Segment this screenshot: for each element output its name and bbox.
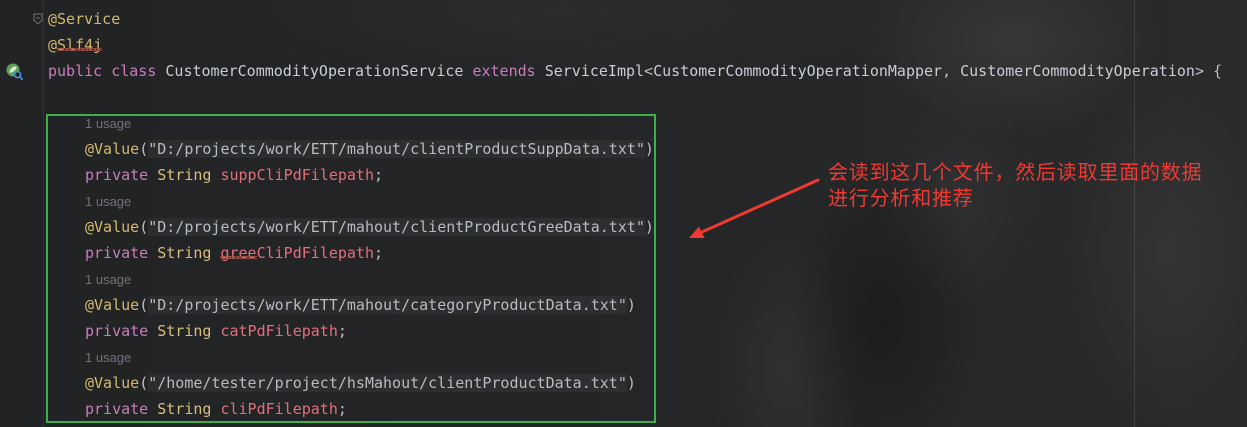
code-line[interactable]: @Service bbox=[48, 6, 1228, 32]
code-line[interactable]: @Slf4j bbox=[48, 32, 1228, 58]
type-arg-entity: CustomerCommodityOperation bbox=[960, 62, 1195, 80]
angle-close: > bbox=[1194, 62, 1204, 80]
super-class-name: ServiceImpl bbox=[544, 62, 645, 80]
gutter-separator bbox=[43, 0, 44, 427]
kw-extends: extends bbox=[472, 62, 536, 80]
kw-class: class bbox=[111, 62, 157, 80]
callout-line-2: 进行分析和推荐 bbox=[828, 188, 974, 210]
fold-marker-icon[interactable] bbox=[33, 13, 43, 25]
annotation-service: @Service bbox=[48, 10, 121, 28]
spring-bean-icon[interactable] bbox=[5, 62, 23, 80]
callout-note: 会读到这几个文件，然后读取里面的数据 进行分析和推荐 bbox=[828, 160, 1202, 212]
open-brace: { bbox=[1213, 62, 1223, 80]
angle-open: < bbox=[644, 62, 654, 80]
code-line[interactable]: public class CustomerCommodityOperationS… bbox=[48, 58, 1228, 84]
comma: , bbox=[942, 62, 952, 80]
annotation-slf4j: @Slf4j bbox=[48, 36, 103, 54]
highlight-box bbox=[46, 114, 656, 423]
type-arg-mapper: CustomerCommodityOperationMapper bbox=[653, 62, 943, 80]
kw-public: public bbox=[48, 62, 103, 80]
class-name: CustomerCommodityOperationService bbox=[165, 62, 464, 80]
code-line-empty[interactable] bbox=[48, 84, 1228, 110]
callout-line-1: 会读到这几个文件，然后读取里面的数据 bbox=[828, 162, 1203, 184]
